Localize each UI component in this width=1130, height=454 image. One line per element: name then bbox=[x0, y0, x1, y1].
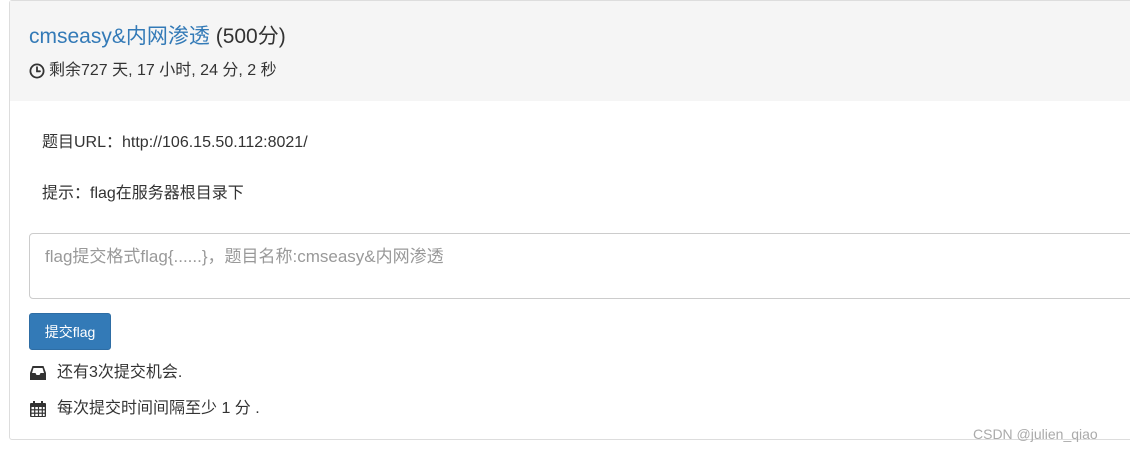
challenge-title-row: cmseasy&内网渗透 (500分) bbox=[29, 23, 1130, 51]
challenge-header: cmseasy&内网渗透 (500分) 剩余727 天, 17 小时, 24 分… bbox=[10, 1, 1130, 101]
attempts-note: 还有3次提交机会. bbox=[29, 363, 182, 383]
watermark: CSDN @julien_qiao bbox=[973, 426, 1098, 442]
countdown-text: 剩余727 天, 17 小时, 24 分, 2 秒 bbox=[49, 62, 277, 79]
interval-note: 每次提交时间间隔至少 1 分 . bbox=[29, 399, 260, 419]
flag-input[interactable] bbox=[29, 233, 1130, 299]
inbox-icon bbox=[29, 364, 47, 382]
challenge-points: (500分) bbox=[215, 25, 286, 48]
interval-text: 每次提交时间间隔至少 1 分 . bbox=[57, 400, 260, 417]
attempts-text: 还有3次提交机会. bbox=[57, 364, 183, 381]
submit-flag-button[interactable]: 提交flag bbox=[29, 313, 111, 350]
challenge-panel: cmseasy&内网渗透 (500分) 剩余727 天, 17 小时, 24 分… bbox=[9, 0, 1130, 440]
countdown: 剩余727 天, 17 小时, 24 分, 2 秒 bbox=[29, 61, 1130, 81]
challenge-url: 题目URL：http://106.15.50.112:8021/ bbox=[42, 134, 308, 151]
calendar-icon bbox=[29, 400, 47, 418]
challenge-hint: 提示：flag在服务器根目录下 bbox=[42, 185, 244, 202]
clock-icon bbox=[29, 63, 45, 79]
challenge-title-link[interactable]: cmseasy&内网渗透 bbox=[29, 25, 210, 48]
